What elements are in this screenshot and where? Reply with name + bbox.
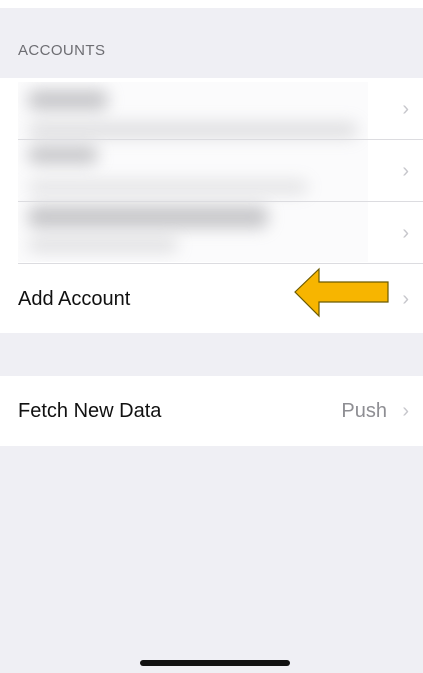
fetch-group: Fetch New Data Push › (0, 376, 423, 446)
chevron-right-icon: › (402, 222, 409, 244)
top-strip (0, 0, 423, 8)
chevron-right-icon: › (402, 288, 409, 310)
fetch-value: Push (341, 400, 387, 422)
add-account-label: Add Account (18, 288, 131, 310)
chevron-right-icon: › (402, 98, 409, 120)
chevron-right-icon: › (402, 160, 409, 182)
account-row-2[interactable]: › (0, 140, 423, 202)
account-row-3[interactable]: › (0, 202, 423, 264)
accounts-section-header: ACCOUNTS (18, 42, 106, 59)
arrow-left-icon (292, 266, 392, 320)
chevron-right-icon: › (402, 400, 409, 422)
account-row-1[interactable]: › (0, 78, 423, 140)
settings-screen: ACCOUNTS › › › Add Account › Fetch New D… (0, 0, 423, 673)
home-indicator[interactable] (140, 660, 290, 666)
fetch-new-data-row[interactable]: Fetch New Data Push › (0, 376, 423, 446)
fetch-new-data-label: Fetch New Data (18, 400, 162, 422)
